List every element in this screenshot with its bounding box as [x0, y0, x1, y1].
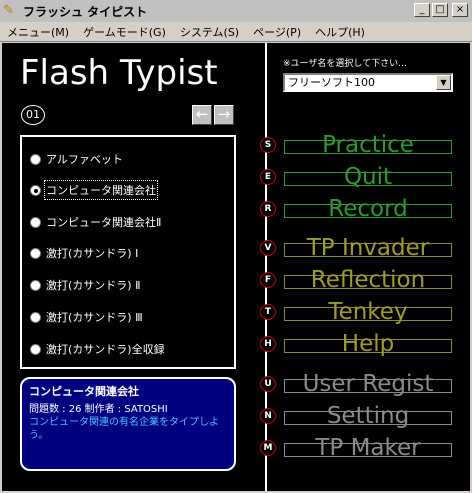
- minimize-button[interactable]: _: [414, 3, 430, 17]
- course-info-panel: コンピュータ関連会社 問題数 : 26 制作者 : SATOSHI コンピュータ…: [20, 377, 236, 471]
- window-title: フラッシュ タイピスト: [23, 4, 148, 19]
- practice-row[interactable]: S Practice: [260, 133, 460, 159]
- quit-button[interactable]: Quit: [284, 166, 452, 189]
- app-title: Flash Typist: [20, 53, 218, 93]
- shortcut-key-t: T: [260, 304, 276, 320]
- course-item[interactable]: コンピュータ関連会社: [30, 180, 158, 200]
- prev-page-button[interactable]: ←: [192, 105, 212, 125]
- tp-invader-row[interactable]: V TP Invader: [260, 236, 460, 262]
- reflection-row[interactable]: F Reflection: [260, 268, 460, 294]
- menu-page[interactable]: ページ(P): [246, 24, 308, 40]
- help-row[interactable]: H Help: [260, 332, 460, 358]
- chevron-down-icon[interactable]: ▼: [436, 75, 451, 90]
- record-row[interactable]: R Record: [260, 197, 460, 223]
- course-item[interactable]: 激打(カサンドラ) Ⅰ: [30, 245, 138, 261]
- course-info-title: コンピュータ関連会社: [29, 385, 139, 398]
- course-info-meta: 問題数 : 26 制作者 : SATOSHI: [29, 404, 168, 415]
- tenkey-button[interactable]: Tenkey: [284, 301, 452, 324]
- course-info-description: コンピュータ関連の有名企業をタイプしよう。: [29, 417, 219, 441]
- practice-label: Practice: [322, 132, 414, 158]
- radio-button[interactable]: [30, 153, 41, 165]
- help-button[interactable]: Help: [284, 333, 452, 356]
- shortcut-key-r: R: [260, 201, 276, 217]
- shortcut-key-e: E: [260, 169, 276, 185]
- course-label: 激打(カサンドラ) Ⅰ: [46, 247, 139, 260]
- tp-maker-label: TP Maker: [315, 435, 421, 461]
- title-bar[interactable]: ✎ フラッシュ タイピスト _ □ ×: [0, 0, 472, 22]
- next-page-button[interactable]: →: [214, 105, 234, 125]
- radio-button[interactable]: [30, 343, 41, 355]
- maximize-button[interactable]: □: [432, 3, 448, 17]
- shortcut-key-m: M: [260, 440, 276, 456]
- tp-invader-button[interactable]: TP Invader: [284, 237, 452, 260]
- pencil-icon: ✎: [3, 3, 14, 18]
- tenkey-row[interactable]: T Tenkey: [260, 300, 460, 326]
- course-item[interactable]: アルファベット: [30, 151, 123, 167]
- quit-row[interactable]: E Quit: [260, 165, 460, 191]
- user-regist-row[interactable]: U User Regist: [260, 372, 460, 398]
- course-label: コンピュータ関連会社: [44, 180, 158, 200]
- tp-invader-label: TP Invader: [306, 235, 430, 261]
- menu-game-mode[interactable]: ゲームモード(G): [76, 24, 173, 40]
- tenkey-label: Tenkey: [328, 299, 408, 325]
- course-label: 激打(カサンドラ)全収録: [46, 343, 165, 356]
- course-item[interactable]: 激打(カサンドラ)全収録: [30, 341, 165, 357]
- close-button[interactable]: ×: [452, 3, 468, 17]
- shortcut-key-s: S: [260, 137, 276, 153]
- radio-button-selected[interactable]: [30, 184, 41, 196]
- course-label: コンピュータ関連会社Ⅱ: [46, 216, 162, 229]
- user-select-value: フリーソフト100: [288, 76, 375, 89]
- course-list: アルファベット コンピュータ関連会社 コンピュータ関連会社Ⅱ 激打(カサンドラ)…: [20, 135, 236, 369]
- reflection-button[interactable]: Reflection: [284, 269, 452, 292]
- radio-button[interactable]: [30, 279, 41, 291]
- shortcut-key-n: N: [260, 408, 276, 424]
- radio-button[interactable]: [30, 311, 41, 323]
- course-item[interactable]: 激打(カサンドラ) Ⅱ: [30, 277, 141, 293]
- main-content: Flash Typist 01 ← → アルファベット コンピュータ関連会社 コ…: [2, 43, 470, 491]
- shortcut-key-v: V: [260, 240, 276, 256]
- tp-maker-row[interactable]: M TP Maker: [260, 436, 460, 462]
- shortcut-key-f: F: [260, 272, 276, 288]
- shortcut-key-u: U: [260, 376, 276, 392]
- user-select-hint: ※ユーザ名を選択して下さい...: [283, 59, 407, 69]
- page-number: 01: [21, 105, 45, 125]
- help-label: Help: [341, 331, 395, 357]
- user-regist-label: User Regist: [302, 371, 434, 397]
- reflection-label: Reflection: [310, 267, 426, 293]
- menu-system[interactable]: システム(S): [173, 24, 246, 40]
- app-window: ✎ フラッシュ タイピスト _ □ × メニュー(M) ゲームモード(G) シス…: [0, 0, 472, 493]
- setting-button[interactable]: Setting: [284, 405, 452, 428]
- shortcut-key-h: H: [260, 336, 276, 352]
- record-label: Record: [328, 196, 408, 222]
- course-item[interactable]: 激打(カサンドラ) Ⅲ: [30, 309, 143, 325]
- radio-button[interactable]: [30, 247, 41, 259]
- menu-bar: メニュー(M) ゲームモード(G) システム(S) ページ(P) ヘルプ(H): [0, 22, 472, 42]
- menu-menu[interactable]: メニュー(M): [0, 24, 76, 40]
- user-regist-button[interactable]: User Regist: [284, 373, 452, 396]
- course-label: 激打(カサンドラ) Ⅱ: [46, 279, 141, 292]
- setting-label: Setting: [326, 403, 410, 429]
- tp-maker-button[interactable]: TP Maker: [284, 437, 452, 460]
- user-select[interactable]: フリーソフト100 ▼: [283, 73, 453, 92]
- practice-button[interactable]: Practice: [284, 134, 452, 157]
- setting-row[interactable]: N Setting: [260, 404, 460, 430]
- record-button[interactable]: Record: [284, 198, 452, 221]
- menu-help[interactable]: ヘルプ(H): [308, 24, 372, 40]
- course-label: 激打(カサンドラ) Ⅲ: [46, 311, 143, 324]
- quit-label: Quit: [343, 164, 393, 190]
- course-item[interactable]: コンピュータ関連会社Ⅱ: [30, 214, 161, 230]
- course-label: アルファベット: [46, 153, 123, 166]
- radio-button[interactable]: [30, 216, 41, 228]
